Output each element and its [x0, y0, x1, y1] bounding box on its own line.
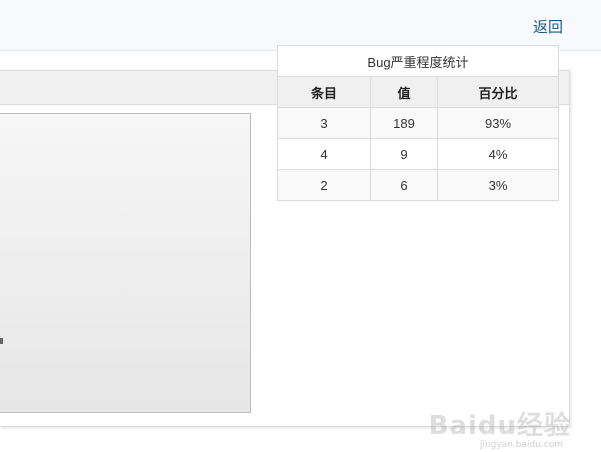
watermark-url: jingyan.baidu.com — [479, 440, 563, 450]
cell-value: 189 — [370, 107, 438, 139]
table-row: 2 6 3% — [277, 169, 559, 201]
cell-percent: 4% — [437, 138, 559, 170]
top-bar: 返回 — [0, 0, 601, 51]
cell-item: 4 — [277, 138, 371, 170]
cell-percent: 93% — [437, 107, 559, 139]
watermark-logo: Baidu经验 — [428, 411, 571, 441]
chart-tick — [0, 338, 3, 344]
cell-item: 2 — [277, 169, 371, 201]
cell-value: 6 — [370, 169, 438, 201]
column-header-item: 条目 — [277, 76, 371, 108]
cell-value: 9 — [370, 138, 438, 170]
chart-area — [0, 113, 251, 413]
column-header-percent: 百分比 — [437, 76, 559, 108]
cell-item: 3 — [277, 107, 371, 139]
table-row: 4 9 4% — [277, 138, 559, 170]
column-header-value: 值 — [370, 76, 438, 108]
table-caption: Bug严重程度统计 — [277, 45, 559, 77]
cell-percent: 3% — [437, 169, 559, 201]
table-row: 3 189 93% — [277, 107, 559, 139]
back-link[interactable]: 返回 — [533, 16, 563, 37]
bug-severity-table: Bug严重程度统计 条目 值 百分比 3 189 93% 4 9 4% 2 6 … — [277, 45, 559, 201]
